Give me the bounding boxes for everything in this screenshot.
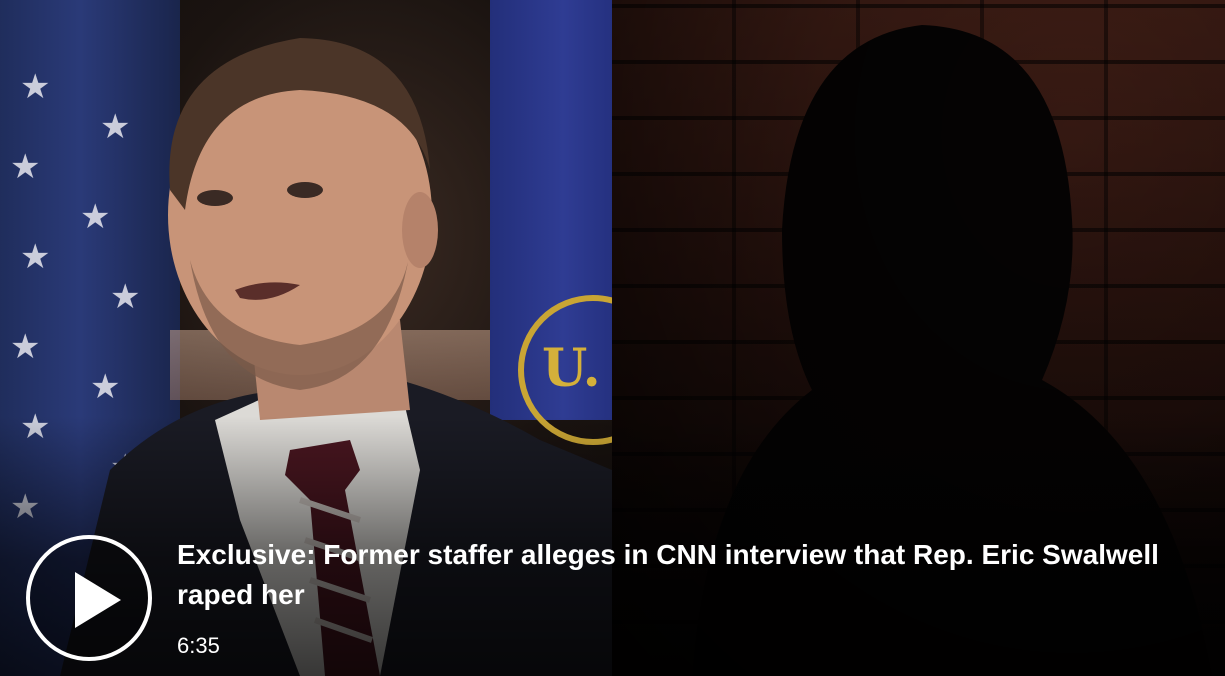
play-button[interactable]: [26, 535, 152, 661]
video-duration: 6:35: [177, 633, 220, 658]
play-icon: [75, 572, 121, 628]
video-headline[interactable]: Exclusive: Former staffer alleges in CNN…: [177, 535, 1207, 615]
video-card[interactable]: ★ ★ ★ ★ ★ ★ ★ ★ ★ ★ ★ U.: [0, 0, 1225, 676]
